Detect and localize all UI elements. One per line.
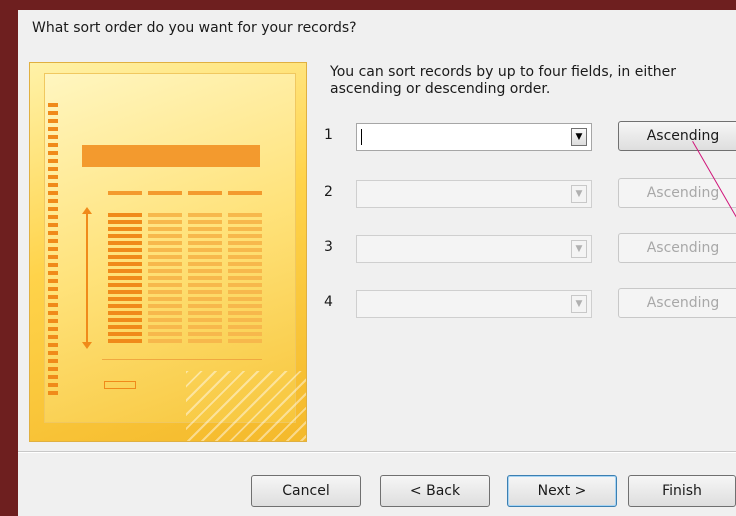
footer-divider xyxy=(18,451,736,453)
sort-order-button-3[interactable]: Ascending xyxy=(618,233,736,263)
illustration-column xyxy=(228,213,262,343)
dropdown-arrow-icon[interactable]: ▼ xyxy=(571,295,587,313)
illustration-title-bar xyxy=(82,145,260,167)
dropdown-arrow-icon[interactable]: ▼ xyxy=(571,185,587,203)
illustration-header xyxy=(188,191,222,195)
sort-field-combo-1[interactable]: ▼ xyxy=(356,123,592,151)
illustration-header xyxy=(228,191,262,195)
finish-button[interactable]: Finish xyxy=(628,475,736,507)
illustration-footer xyxy=(104,381,136,389)
next-button[interactable]: Next > xyxy=(507,475,617,507)
page-title: What sort order do you want for your rec… xyxy=(32,20,357,36)
sort-row-number: 2 xyxy=(324,184,333,200)
illustration-header xyxy=(148,191,182,195)
illustration-column xyxy=(188,213,222,343)
illustration-binding xyxy=(48,103,58,395)
text-caret xyxy=(361,129,362,145)
report-preview-illustration xyxy=(29,62,307,442)
sort-order-button-4[interactable]: Ascending xyxy=(618,288,736,318)
dropdown-arrow-icon[interactable]: ▼ xyxy=(571,240,587,258)
illustration-column xyxy=(108,213,142,343)
illustration-divider xyxy=(102,359,262,360)
dropdown-arrow-icon[interactable]: ▼ xyxy=(571,128,587,146)
instructions-text: You can sort records by up to four field… xyxy=(330,64,676,97)
sort-arrow-icon xyxy=(82,207,92,349)
sort-row-number: 3 xyxy=(324,239,333,255)
sort-field-combo-4[interactable]: ▼ xyxy=(356,290,592,318)
sort-field-combo-2[interactable]: ▼ xyxy=(356,180,592,208)
illustration-pattern xyxy=(186,371,306,441)
back-button[interactable]: < Back xyxy=(380,475,490,507)
illustration-header xyxy=(108,191,142,195)
sort-row-number: 4 xyxy=(324,294,333,310)
sort-field-combo-3[interactable]: ▼ xyxy=(356,235,592,263)
sort-order-button-2[interactable]: Ascending xyxy=(618,178,736,208)
cancel-button[interactable]: Cancel xyxy=(251,475,361,507)
report-wizard-dialog: What sort order do you want for your rec… xyxy=(18,10,736,516)
illustration-column xyxy=(148,213,182,343)
sort-row-number: 1 xyxy=(324,127,333,143)
sort-order-button-1[interactable]: Ascending xyxy=(618,121,736,151)
